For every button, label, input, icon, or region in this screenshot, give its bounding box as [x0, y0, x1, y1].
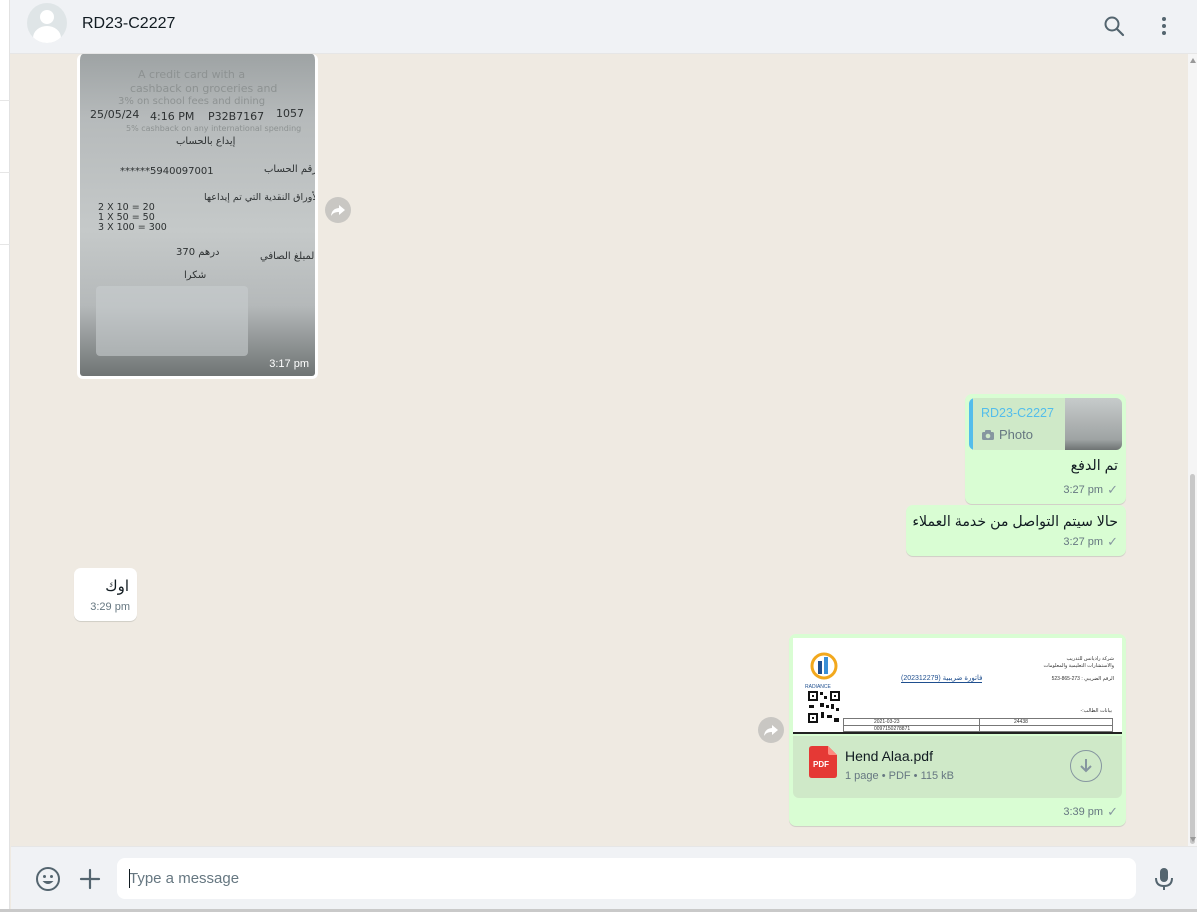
- outgoing-document-message[interactable]: RADIANCE فاتورة ضريبية (202312279) شركة …: [789, 634, 1126, 826]
- message-time: 3:17 pm: [269, 358, 309, 370]
- company-logo: [810, 652, 838, 680]
- message-time: 3:39 pm: [1063, 806, 1104, 818]
- file-meta: 1 page • PDF • 115 kB: [845, 770, 955, 782]
- receipt-clock: 4:16 PM: [150, 110, 195, 123]
- receipt-promo-line: 3% on school fees and dining: [118, 96, 266, 107]
- plus-icon[interactable]: [77, 866, 103, 892]
- microphone-icon[interactable]: [1151, 866, 1177, 892]
- scrollbar-thumb[interactable]: [1190, 474, 1195, 844]
- pdf-student-label: بيانات الطالب:-: [1080, 708, 1112, 714]
- receipt-terminal: P32B7167: [208, 110, 265, 123]
- quote-type-label: Photo: [999, 427, 1033, 442]
- left-panel-edge: [0, 0, 10, 912]
- message-time: 3:29 pm: [90, 601, 130, 613]
- chat-scrollbar[interactable]: [1188, 54, 1197, 846]
- forward-button[interactable]: [758, 717, 784, 743]
- contact-name[interactable]: RD23-C2227: [82, 15, 175, 33]
- message-meta: 3:39 pm ✓: [1063, 804, 1118, 820]
- message-meta: 3:27 pm ✓: [1063, 534, 1118, 550]
- chat-header: RD23-C2227: [10, 0, 1197, 54]
- check-icon: ✓: [1107, 534, 1118, 549]
- pdf-company-sub: والاستشارات التعليمية والمعلومات: [1043, 663, 1114, 669]
- receipt-account-label: رقم الحساب: [264, 164, 318, 175]
- pdf-table: 2021-03-23 24438 0097150278871: [843, 718, 1113, 732]
- forward-button[interactable]: [325, 197, 351, 223]
- avatar-head: [40, 10, 54, 24]
- check-icon: ✓: [1107, 804, 1118, 819]
- search-icon[interactable]: [1102, 14, 1126, 38]
- receipt-net-label: المبلغ الصافي: [260, 251, 318, 262]
- emoji-icon[interactable]: [35, 866, 61, 892]
- pdf-reg-date: 2021-03-23: [874, 719, 900, 725]
- divider: [0, 244, 10, 245]
- forward-icon: [331, 205, 345, 216]
- message-meta: 3:29 pm: [90, 597, 130, 615]
- message-text: اوك: [105, 578, 129, 595]
- incoming-message[interactable]: اوك 3:29 pm: [74, 568, 137, 621]
- document-info[interactable]: PDF Hend Alaa.pdf 1 page • PDF • 115 kB: [793, 736, 1122, 798]
- quoted-message[interactable]: RD23-C2227 Photo: [969, 398, 1122, 450]
- forward-icon: [764, 725, 778, 736]
- outgoing-message[interactable]: حالا سيتم التواصل من خدمة العملاء 3:27 p…: [906, 505, 1126, 556]
- receipt-promo-line: cashback on groceries and: [130, 82, 278, 95]
- receipt-thanks: شكرا: [184, 270, 207, 281]
- receipt-promo-line: 5% cashback on any international spendin…: [126, 124, 302, 133]
- scroll-up-arrow[interactable]: [1190, 58, 1196, 63]
- receipt-notes-label: الأوراق النقدية التي تم إيداعها: [204, 192, 318, 203]
- file-name: Hend Alaa.pdf: [845, 748, 933, 764]
- pdf-student-id: 24438: [1014, 719, 1028, 725]
- pdf-tax-number: الرقم الضريبي : 273-865-523: [1051, 676, 1114, 682]
- download-button[interactable]: [1070, 750, 1102, 782]
- divider: [0, 100, 10, 101]
- quote-type: Photo: [981, 427, 1033, 442]
- pdf-company-name: شركة راديانس للتدريب: [1066, 656, 1114, 662]
- scroll-down-arrow[interactable]: [1190, 837, 1196, 842]
- quote-bar: [969, 398, 973, 450]
- avatar-body: [33, 26, 61, 43]
- message-text: تم الدفع: [1070, 458, 1118, 474]
- camera-icon: [982, 429, 994, 440]
- receipt-row: 3 X 100 = 300: [98, 222, 167, 233]
- receipt-account-number: ******5940097001: [120, 166, 214, 177]
- message-time: 3:27 pm: [1063, 536, 1104, 548]
- compose-bar: [11, 846, 1197, 912]
- menu-icon[interactable]: [1152, 14, 1176, 38]
- message-input[interactable]: [117, 858, 1136, 899]
- receipt-photo-message[interactable]: A credit card with a cashback on groceri…: [77, 54, 318, 379]
- quote-thumbnail: [1065, 398, 1122, 450]
- message-meta: 3:27 pm ✓: [1063, 482, 1118, 498]
- download-icon: [1080, 759, 1092, 773]
- check-icon: ✓: [1107, 482, 1118, 497]
- pdf-preview[interactable]: RADIANCE فاتورة ضريبية (202312279) شركة …: [793, 638, 1122, 734]
- chat-area: A credit card with a cashback on groceri…: [11, 54, 1188, 846]
- pdf-invoice-title: فاتورة ضريبية (202312279): [901, 675, 983, 683]
- pdf-mobile: 0097150278871: [874, 726, 911, 732]
- receipt-deposit-label: إيداع بالحساب: [176, 136, 236, 147]
- outgoing-message[interactable]: RD23-C2227 Photo تم الدفع 3:27 pm ✓: [965, 394, 1126, 504]
- receipt-code: 1057: [276, 107, 304, 120]
- receipt-date: 25/05/24: [90, 108, 140, 121]
- receipt-net-amount: 370 درهم: [176, 247, 220, 258]
- message-text: حالا سيتم التواصل من خدمة العملاء: [912, 514, 1118, 530]
- message-input-box[interactable]: [117, 858, 1136, 899]
- receipt-card-shadow: [96, 286, 248, 356]
- message-time: 3:27 pm: [1063, 484, 1104, 496]
- avatar[interactable]: [27, 3, 67, 43]
- receipt-promo-line: A credit card with a: [138, 68, 246, 81]
- pdf-badge: PDF: [813, 760, 829, 769]
- divider: [0, 172, 10, 173]
- text-caret: [129, 869, 130, 888]
- quote-sender: RD23-C2227: [981, 406, 1054, 420]
- qr-code: [807, 690, 841, 724]
